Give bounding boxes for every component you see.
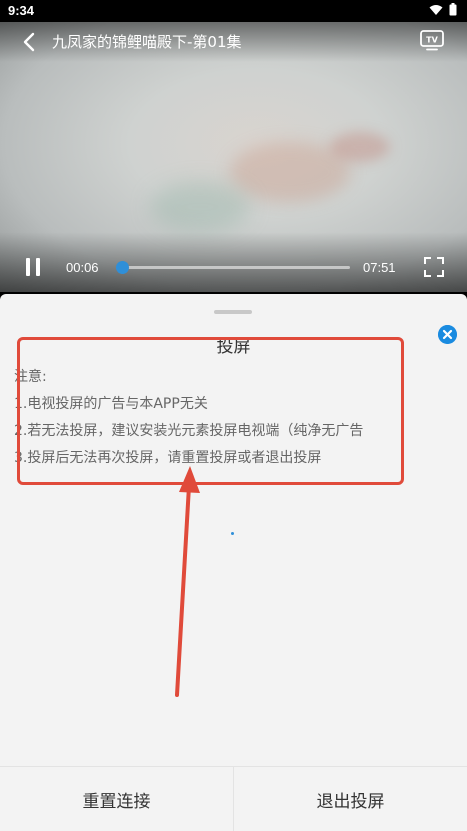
annotation-highlight-box <box>17 337 404 485</box>
tv-cast-icon[interactable]: TV <box>419 28 445 52</box>
reset-connection-button[interactable]: 重置连接 <box>0 767 233 831</box>
sheet-drag-handle[interactable] <box>214 310 252 314</box>
loading-indicator <box>231 532 234 535</box>
status-icons <box>429 3 457 16</box>
status-time: 9:34 <box>8 3 35 18</box>
sheet-actions: 重置连接 退出投屏 <box>0 766 467 831</box>
wifi-icon <box>429 4 443 15</box>
total-time: 07:51 <box>363 260 396 275</box>
exit-cast-button[interactable]: 退出投屏 <box>234 767 467 831</box>
progress-bar[interactable] <box>116 261 350 274</box>
current-time: 00:06 <box>66 260 99 275</box>
video-player[interactable]: 九凤家的锦鲤喵殿下-第01集 TV 00:06 07:51 <box>0 22 467 292</box>
close-icon[interactable] <box>438 325 457 344</box>
back-arrow-icon[interactable] <box>18 30 42 54</box>
progress-handle[interactable] <box>116 261 130 274</box>
battery-icon <box>449 3 457 16</box>
pause-icon[interactable] <box>22 256 44 278</box>
svg-text:TV: TV <box>426 36 438 45</box>
status-bar: 9:34 <box>0 0 467 22</box>
video-title: 九凤家的锦鲤喵殿下-第01集 <box>52 33 242 51</box>
fullscreen-icon[interactable] <box>423 256 445 278</box>
